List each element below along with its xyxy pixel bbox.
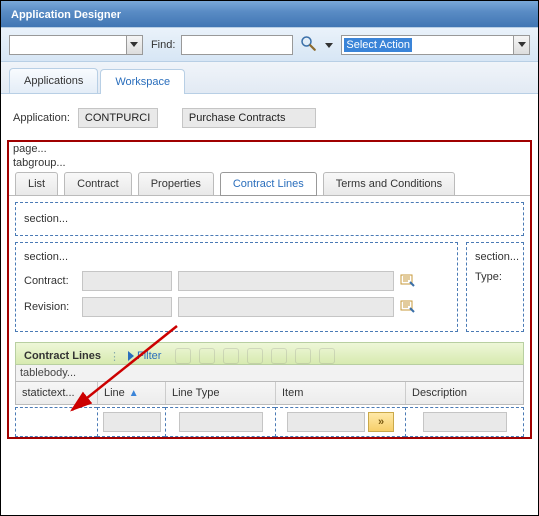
quick-dropdown[interactable]: [9, 35, 143, 55]
tabgroup-placeholder[interactable]: tabgroup...: [9, 156, 530, 170]
section-left[interactable]: section... Contract: Revision:: [15, 242, 458, 332]
title-bar: Application Designer: [1, 1, 538, 27]
cell-description[interactable]: [405, 407, 524, 437]
section-outer[interactable]: section...: [15, 202, 524, 236]
contract-desc-field[interactable]: [178, 271, 394, 291]
designer-canvas: page... tabgroup... List Contract Proper…: [7, 140, 532, 439]
cell-static[interactable]: [15, 407, 97, 437]
section-label: section...: [24, 213, 68, 225]
contract-label: Contract:: [24, 275, 76, 287]
tablebody-bar[interactable]: tablebody...: [15, 365, 524, 381]
chevron-down-icon[interactable]: [513, 36, 529, 54]
toolbar-disabled-icons: [175, 348, 335, 364]
section-label: section...: [24, 251, 449, 263]
line-type-input[interactable]: [179, 412, 263, 432]
contract-field[interactable]: [82, 271, 172, 291]
table-header-bar: Contract Lines ⋮ Filter: [15, 342, 524, 365]
ghost-icon: [319, 348, 335, 364]
find-label: Find:: [151, 39, 175, 51]
tab-applications[interactable]: Applications: [9, 68, 98, 93]
col-description[interactable]: Description: [406, 382, 523, 404]
select-action-value: Select Action: [344, 38, 412, 52]
ghost-icon: [271, 348, 287, 364]
ghost-icon: [175, 348, 191, 364]
content-area: Application: CONTPURCI Purchase Contract…: [1, 94, 538, 136]
col-statictext[interactable]: statictext...: [16, 382, 98, 404]
tab-list[interactable]: List: [15, 172, 58, 196]
ghost-icon: [247, 348, 263, 364]
ghost-icon: [223, 348, 239, 364]
app-title: Application Designer: [11, 9, 121, 21]
column-headers: statictext... Line▲ Line Type Item Descr…: [15, 381, 524, 405]
revision-label: Revision:: [24, 301, 76, 313]
cell-line-type[interactable]: [165, 407, 275, 437]
section-right[interactable]: section... Type:: [466, 242, 524, 332]
ghost-icon: [199, 348, 215, 364]
col-line-type[interactable]: Line Type: [166, 382, 276, 404]
type-label: Type:: [475, 271, 502, 283]
find-input[interactable]: [181, 35, 293, 55]
table-row[interactable]: »: [15, 407, 524, 437]
sort-asc-icon: ▲: [129, 388, 139, 399]
cell-item[interactable]: »: [275, 407, 405, 437]
cell-line[interactable]: [97, 407, 165, 437]
tab-properties[interactable]: Properties: [138, 172, 214, 196]
tab-contract[interactable]: Contract: [64, 172, 132, 196]
select-action-dropdown[interactable]: Select Action: [341, 35, 530, 55]
tab-terms[interactable]: Terms and Conditions: [323, 172, 455, 196]
main-tabs: Applications Workspace: [1, 62, 538, 94]
tab-contract-lines[interactable]: Contract Lines: [220, 172, 317, 196]
ghost-icon: [295, 348, 311, 364]
chevron-down-icon[interactable]: [323, 39, 335, 51]
tab-workspace[interactable]: Workspace: [100, 69, 185, 94]
detail-menu-icon[interactable]: [400, 272, 418, 290]
application-code-field: CONTPURCI: [78, 108, 158, 128]
toolbar: Find: Select Action: [1, 27, 538, 62]
application-label: Application:: [13, 112, 70, 124]
item-input[interactable]: [287, 412, 365, 432]
section-row: section... Contract: Revision: section..…: [15, 242, 524, 332]
col-item[interactable]: Item: [276, 382, 406, 404]
filter-button[interactable]: Filter: [128, 350, 161, 362]
tablebody-placeholder: tablebody...: [16, 365, 80, 381]
application-desc-field: Purchase Contracts: [182, 108, 316, 128]
item-go-button[interactable]: »: [368, 412, 394, 432]
search-icon[interactable]: [299, 34, 317, 55]
revision-desc-field[interactable]: [178, 297, 394, 317]
description-input[interactable]: [423, 412, 507, 432]
section-label: section...: [475, 251, 515, 263]
table-title: Contract Lines: [24, 350, 101, 362]
revision-field[interactable]: [82, 297, 172, 317]
page-placeholder[interactable]: page...: [9, 142, 530, 156]
col-line[interactable]: Line▲: [98, 382, 166, 404]
detail-menu-icon[interactable]: [400, 298, 418, 316]
inner-tabs: List Contract Properties Contract Lines …: [9, 170, 530, 196]
line-input[interactable]: [103, 412, 161, 432]
application-row: Application: CONTPURCI Purchase Contract…: [13, 108, 526, 128]
chevron-down-icon[interactable]: [126, 36, 142, 54]
